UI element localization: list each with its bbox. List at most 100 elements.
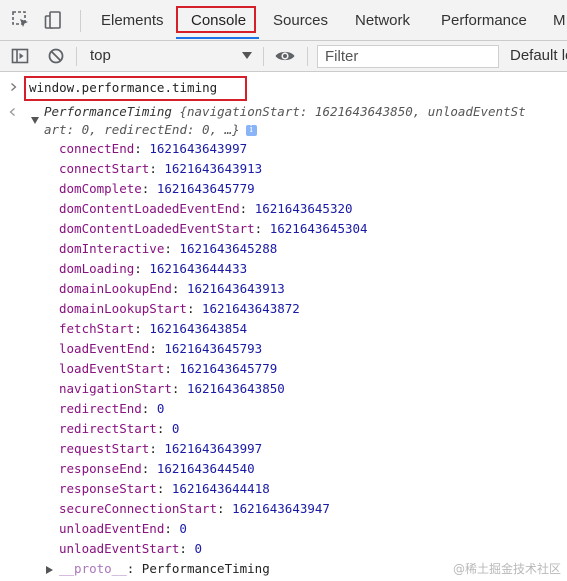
property-key: loadEventEnd bbox=[59, 341, 150, 356]
object-expand-toggle[interactable] bbox=[31, 117, 39, 124]
tab-elements[interactable]: Elements bbox=[101, 0, 164, 41]
property-row: responseEnd: 1621643644540 bbox=[59, 461, 255, 476]
property-row: redirectStart: 0 bbox=[59, 421, 180, 436]
property-row: responseStart: 1621643644418 bbox=[59, 481, 270, 496]
log-levels-dropdown[interactable]: Default le bbox=[510, 44, 567, 68]
property-key: domInteractive bbox=[59, 241, 165, 256]
execution-context-value: top bbox=[90, 47, 111, 64]
tab-network[interactable]: Network bbox=[355, 0, 410, 41]
property-key: domainLookupStart bbox=[59, 301, 187, 316]
object-type-name: PerformanceTiming bbox=[44, 104, 172, 119]
property-value: 1621643645288 bbox=[179, 241, 278, 256]
console-input-command: window.performance.timing bbox=[29, 80, 218, 95]
property-row: connectEnd: 1621643643997 bbox=[59, 141, 248, 156]
toolbar-divider bbox=[76, 47, 77, 66]
property-value: 1621643643997 bbox=[164, 441, 263, 456]
property-key: domLoading bbox=[59, 261, 135, 276]
console-output: window.performance.timing PerformanceTim… bbox=[0, 72, 567, 581]
property-value: 1621643643997 bbox=[149, 141, 248, 156]
property-value: 1621643643854 bbox=[149, 321, 248, 336]
property-value: 1621643643947 bbox=[232, 501, 330, 516]
proto-row[interactable]: __proto__: PerformanceTiming bbox=[46, 559, 270, 579]
property-value: 1621643644540 bbox=[156, 461, 255, 476]
property-key: responseEnd bbox=[59, 461, 142, 476]
property-row: domContentLoadedEventStart: 162164364530… bbox=[59, 221, 368, 236]
property-row: domainLookupEnd: 1621643643913 bbox=[59, 281, 285, 296]
live-expression-eye-icon[interactable] bbox=[274, 47, 296, 65]
property-row: navigationStart: 1621643643850 bbox=[59, 381, 285, 396]
property-value: 1621643643872 bbox=[202, 301, 300, 316]
tab-sources[interactable]: Sources bbox=[273, 0, 328, 41]
property-value: 1621643644418 bbox=[171, 481, 270, 496]
execution-context-select[interactable]: top bbox=[82, 44, 256, 68]
property-key: fetchStart bbox=[59, 321, 135, 336]
toolbar-divider bbox=[263, 47, 264, 66]
property-value: 0 bbox=[156, 401, 165, 416]
property-key: redirectEnd bbox=[59, 401, 142, 416]
dropdown-arrow-icon bbox=[242, 52, 252, 59]
property-value: 1621643645793 bbox=[164, 341, 263, 356]
property-value: 1621643645320 bbox=[254, 201, 353, 216]
property-row: unloadEventEnd: 0 bbox=[59, 521, 187, 536]
result-chevron-icon bbox=[8, 105, 18, 116]
object-summary-line1[interactable]: PerformanceTiming {navigationStart: 1621… bbox=[44, 103, 526, 121]
property-key: domComplete bbox=[59, 181, 142, 196]
property-value: 0 bbox=[179, 521, 187, 536]
object-preview-text-continued: art: 0, redirectEnd: 0, …} bbox=[44, 122, 240, 137]
property-value: 0 bbox=[171, 421, 180, 436]
property-key: loadEventStart bbox=[59, 361, 165, 376]
property-value: 1621643643850 bbox=[186, 381, 285, 396]
console-toolbar: top Default le bbox=[0, 41, 567, 72]
property-key: secureConnectionStart bbox=[59, 501, 218, 516]
property-key: domainLookupEnd bbox=[59, 281, 172, 296]
console-filter-input[interactable] bbox=[317, 45, 499, 68]
property-row: loadEventEnd: 1621643645793 bbox=[59, 341, 263, 356]
property-value: 1621643644433 bbox=[149, 261, 248, 276]
prompt-chevron-icon bbox=[9, 80, 19, 91]
property-value: 1621643643913 bbox=[186, 281, 285, 296]
property-row: domainLookupStart: 1621643643872 bbox=[59, 301, 300, 316]
object-property-list: connectEnd: 1621643643997 connectStart: 1… bbox=[59, 139, 368, 559]
proto-expand-icon[interactable] bbox=[46, 565, 53, 574]
clear-console-icon[interactable] bbox=[47, 47, 65, 65]
property-value: 0 bbox=[194, 541, 203, 556]
devtools-tab-bar: Elements Console Sources Network Perform… bbox=[0, 0, 567, 41]
toggle-sidebar-icon[interactable] bbox=[11, 47, 29, 65]
property-key: connectStart bbox=[59, 161, 150, 176]
property-value: 1621643645779 bbox=[179, 361, 278, 376]
toolbar-divider bbox=[307, 47, 308, 66]
property-value: 1621643645779 bbox=[156, 181, 255, 196]
property-key: unloadEventStart bbox=[59, 541, 180, 556]
property-value: 1621643643913 bbox=[164, 161, 263, 176]
tab-memory-truncated[interactable]: M bbox=[553, 0, 566, 41]
property-row: connectStart: 1621643643913 bbox=[59, 161, 263, 176]
property-row: unloadEventStart: 0 bbox=[59, 541, 203, 556]
property-row: redirectEnd: 0 bbox=[59, 401, 165, 416]
toolbar-divider bbox=[80, 10, 81, 32]
property-value: 1621643645304 bbox=[269, 221, 368, 236]
proto-key: __proto__ bbox=[59, 561, 127, 576]
property-key: responseStart bbox=[59, 481, 157, 496]
property-row: loadEventStart: 1621643645779 bbox=[59, 361, 278, 376]
object-summary-line2[interactable]: art: 0, redirectEnd: 0, …} i bbox=[44, 121, 257, 139]
info-icon[interactable]: i bbox=[245, 125, 257, 136]
property-key: unloadEventEnd bbox=[59, 521, 165, 536]
property-key: domContentLoadedEventStart bbox=[59, 221, 255, 236]
tab-performance[interactable]: Performance bbox=[441, 0, 527, 41]
devtools-window: Elements Console Sources Network Perform… bbox=[0, 0, 567, 581]
object-preview-text: {navigationStart: 1621643643850, unloadE… bbox=[171, 104, 526, 119]
property-key: redirectStart bbox=[59, 421, 157, 436]
property-key: navigationStart bbox=[59, 381, 172, 396]
active-tab-indicator bbox=[176, 37, 259, 39]
property-row: domComplete: 1621643645779 bbox=[59, 181, 255, 196]
watermark-text: @稀土掘金技术社区 bbox=[452, 562, 561, 576]
property-row: domLoading: 1621643644433 bbox=[59, 261, 248, 276]
console-tab-highlight-box bbox=[176, 6, 256, 33]
property-key: connectEnd bbox=[59, 141, 135, 156]
property-row: domInteractive: 1621643645288 bbox=[59, 241, 278, 256]
property-row: requestStart: 1621643643997 bbox=[59, 441, 263, 456]
property-key: requestStart bbox=[59, 441, 150, 456]
property-row: fetchStart: 1621643643854 bbox=[59, 321, 248, 336]
device-toolbar-icon[interactable] bbox=[44, 10, 64, 30]
inspect-element-icon[interactable] bbox=[11, 10, 31, 30]
